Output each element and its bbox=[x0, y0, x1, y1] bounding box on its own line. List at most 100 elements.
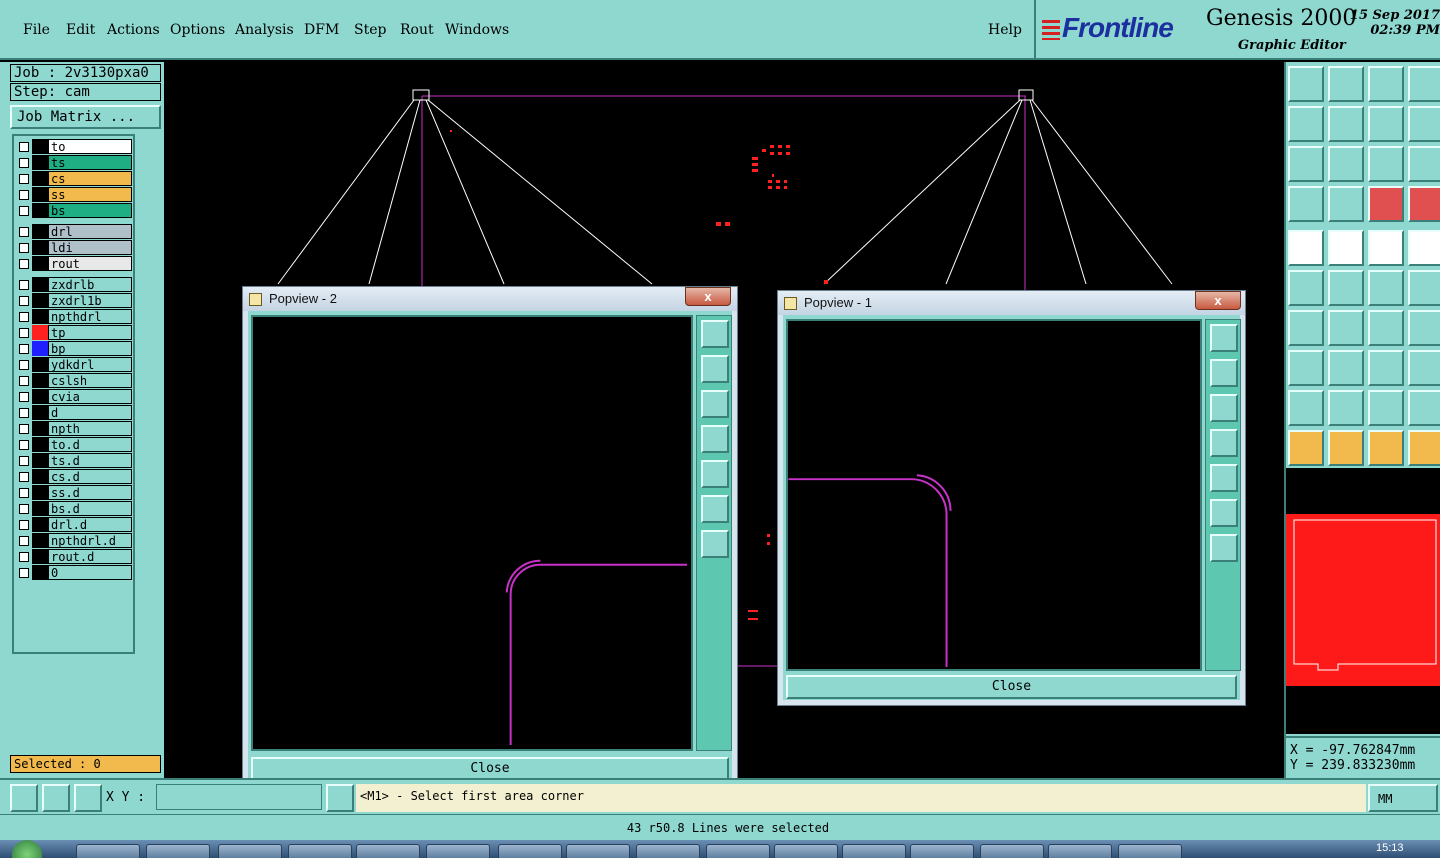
layer-row[interactable]: to bbox=[14, 139, 134, 154]
connect-icon[interactable] bbox=[1288, 270, 1324, 306]
matrix-icon[interactable] bbox=[1408, 66, 1440, 102]
layer-color-swatch[interactable] bbox=[32, 453, 48, 468]
layer-red-alt-icon[interactable] bbox=[1408, 186, 1440, 222]
zoom-fit-icon[interactable] bbox=[1210, 499, 1238, 527]
layer-color-swatch[interactable] bbox=[32, 421, 48, 436]
layer-name[interactable]: cslsh bbox=[48, 373, 132, 388]
grid-icon[interactable] bbox=[1328, 186, 1364, 222]
layer-name[interactable]: cs.d bbox=[48, 469, 132, 484]
layer-name[interactable]: npthdrl.d bbox=[48, 533, 132, 548]
layer-name[interactable]: 0 bbox=[48, 565, 132, 580]
taskbar-app-button[interactable] bbox=[498, 844, 562, 858]
pan-down-icon[interactable] bbox=[1210, 394, 1238, 422]
layer-color-swatch[interactable] bbox=[32, 485, 48, 500]
text-icon[interactable] bbox=[1408, 310, 1440, 346]
popview-1-close-button[interactable]: Close bbox=[786, 675, 1237, 699]
undo-icon[interactable] bbox=[1368, 106, 1404, 142]
pan-left-icon[interactable] bbox=[1210, 429, 1238, 457]
layer-row[interactable]: bp bbox=[14, 341, 134, 356]
menu-file[interactable]: File bbox=[23, 22, 50, 38]
circle-icon[interactable] bbox=[1408, 230, 1440, 266]
layer-checkbox[interactable] bbox=[19, 520, 29, 530]
layer-color-swatch[interactable] bbox=[32, 171, 48, 186]
layer-row[interactable]: tp bbox=[14, 325, 134, 340]
minus-icon[interactable] bbox=[1328, 350, 1364, 386]
layer-checkbox[interactable] bbox=[19, 504, 29, 514]
zoom-window-icon[interactable] bbox=[1210, 324, 1238, 352]
layer-row[interactable]: 0 bbox=[14, 565, 134, 580]
popview-2-viewport[interactable] bbox=[251, 315, 693, 751]
arrow-red-icon[interactable] bbox=[1408, 270, 1440, 306]
job-matrix-button[interactable]: Job Matrix ... bbox=[10, 105, 161, 129]
layer-checkbox[interactable] bbox=[19, 174, 29, 184]
layer-name[interactable]: drl bbox=[48, 224, 132, 239]
cross-icon[interactable] bbox=[1328, 270, 1364, 306]
layer-color-swatch[interactable] bbox=[32, 533, 48, 548]
settings-icon[interactable] bbox=[1288, 186, 1324, 222]
taskbar-app-button[interactable] bbox=[426, 844, 490, 858]
layer-color-swatch[interactable] bbox=[32, 309, 48, 324]
layer-row[interactable]: cvia bbox=[14, 389, 134, 404]
layer-color-swatch[interactable] bbox=[32, 501, 48, 516]
prev-step-icon[interactable] bbox=[1288, 106, 1324, 142]
layer-checkbox[interactable] bbox=[19, 206, 29, 216]
layer-color-swatch[interactable] bbox=[32, 240, 48, 255]
layer-checkbox[interactable] bbox=[19, 424, 29, 434]
menu-step[interactable]: Step bbox=[354, 22, 386, 38]
layer-name[interactable]: bs bbox=[48, 203, 132, 218]
layer-color-swatch[interactable] bbox=[32, 405, 48, 420]
layer-checkbox[interactable] bbox=[19, 392, 29, 402]
layer-checkbox[interactable] bbox=[19, 312, 29, 322]
layer-row[interactable]: bs bbox=[14, 203, 134, 218]
zoom-center-icon[interactable] bbox=[701, 530, 729, 558]
layer-checkbox[interactable] bbox=[19, 142, 29, 152]
layer-checkbox[interactable] bbox=[19, 280, 29, 290]
layer-name[interactable]: cs bbox=[48, 171, 132, 186]
popview-2-titlebar[interactable]: Popview - 2 bbox=[243, 287, 737, 311]
layer-checkbox[interactable] bbox=[19, 376, 29, 386]
layer-color-swatch[interactable] bbox=[32, 187, 48, 202]
layer-name[interactable]: ts.d bbox=[48, 453, 132, 468]
layer-color-swatch[interactable] bbox=[32, 256, 48, 271]
tri1-icon[interactable] bbox=[1288, 390, 1324, 426]
layer-row[interactable]: rout.d bbox=[14, 549, 134, 564]
arc-icon[interactable] bbox=[1368, 310, 1404, 346]
layer-row[interactable]: drl bbox=[14, 224, 134, 239]
menu-analysis[interactable]: Analysis bbox=[235, 22, 294, 38]
node-icon[interactable] bbox=[1288, 350, 1324, 386]
layer-name[interactable]: rout bbox=[48, 256, 132, 271]
layer-color-swatch[interactable] bbox=[32, 373, 48, 388]
layer-checkbox[interactable] bbox=[19, 243, 29, 253]
home-icon[interactable] bbox=[1368, 66, 1404, 102]
layer-checkbox[interactable] bbox=[19, 328, 29, 338]
tri3-icon[interactable] bbox=[1368, 390, 1404, 426]
taskbar-app-button[interactable] bbox=[1048, 844, 1112, 858]
layer-checkbox[interactable] bbox=[19, 440, 29, 450]
line-icon[interactable] bbox=[1328, 230, 1364, 266]
angle-icon[interactable] bbox=[1288, 310, 1324, 346]
taskbar-app-button[interactable] bbox=[774, 844, 838, 858]
layer-checkbox[interactable] bbox=[19, 472, 29, 482]
save-job-icon[interactable] bbox=[1328, 66, 1364, 102]
start-button[interactable] bbox=[12, 840, 42, 858]
measure-mode-icon[interactable] bbox=[42, 784, 70, 812]
layer-checkbox[interactable] bbox=[19, 552, 29, 562]
zoom-fit-icon[interactable] bbox=[701, 495, 729, 523]
layer-color-swatch[interactable] bbox=[32, 549, 48, 564]
menu-options[interactable]: Options bbox=[170, 22, 225, 38]
layer-name[interactable]: ss bbox=[48, 187, 132, 202]
layer-checkbox[interactable] bbox=[19, 227, 29, 237]
units-selector[interactable]: MM bbox=[1368, 784, 1438, 812]
layer-name[interactable]: ss.d bbox=[48, 485, 132, 500]
popview-1-titlebar[interactable]: Popview - 1 bbox=[778, 291, 1245, 315]
taskbar-app-button[interactable] bbox=[566, 844, 630, 858]
popview-2-close-icon[interactable]: x bbox=[685, 287, 731, 306]
layer-color-swatch[interactable] bbox=[32, 469, 48, 484]
layer-row[interactable]: zxdrlb bbox=[14, 277, 134, 292]
tri2-icon[interactable] bbox=[1328, 390, 1364, 426]
pan-right-icon[interactable] bbox=[1210, 464, 1238, 492]
taskbar-app-button[interactable] bbox=[842, 844, 906, 858]
layer-row[interactable]: bs.d bbox=[14, 501, 134, 516]
layer-color-swatch[interactable] bbox=[32, 155, 48, 170]
layer-color-swatch[interactable] bbox=[32, 389, 48, 404]
